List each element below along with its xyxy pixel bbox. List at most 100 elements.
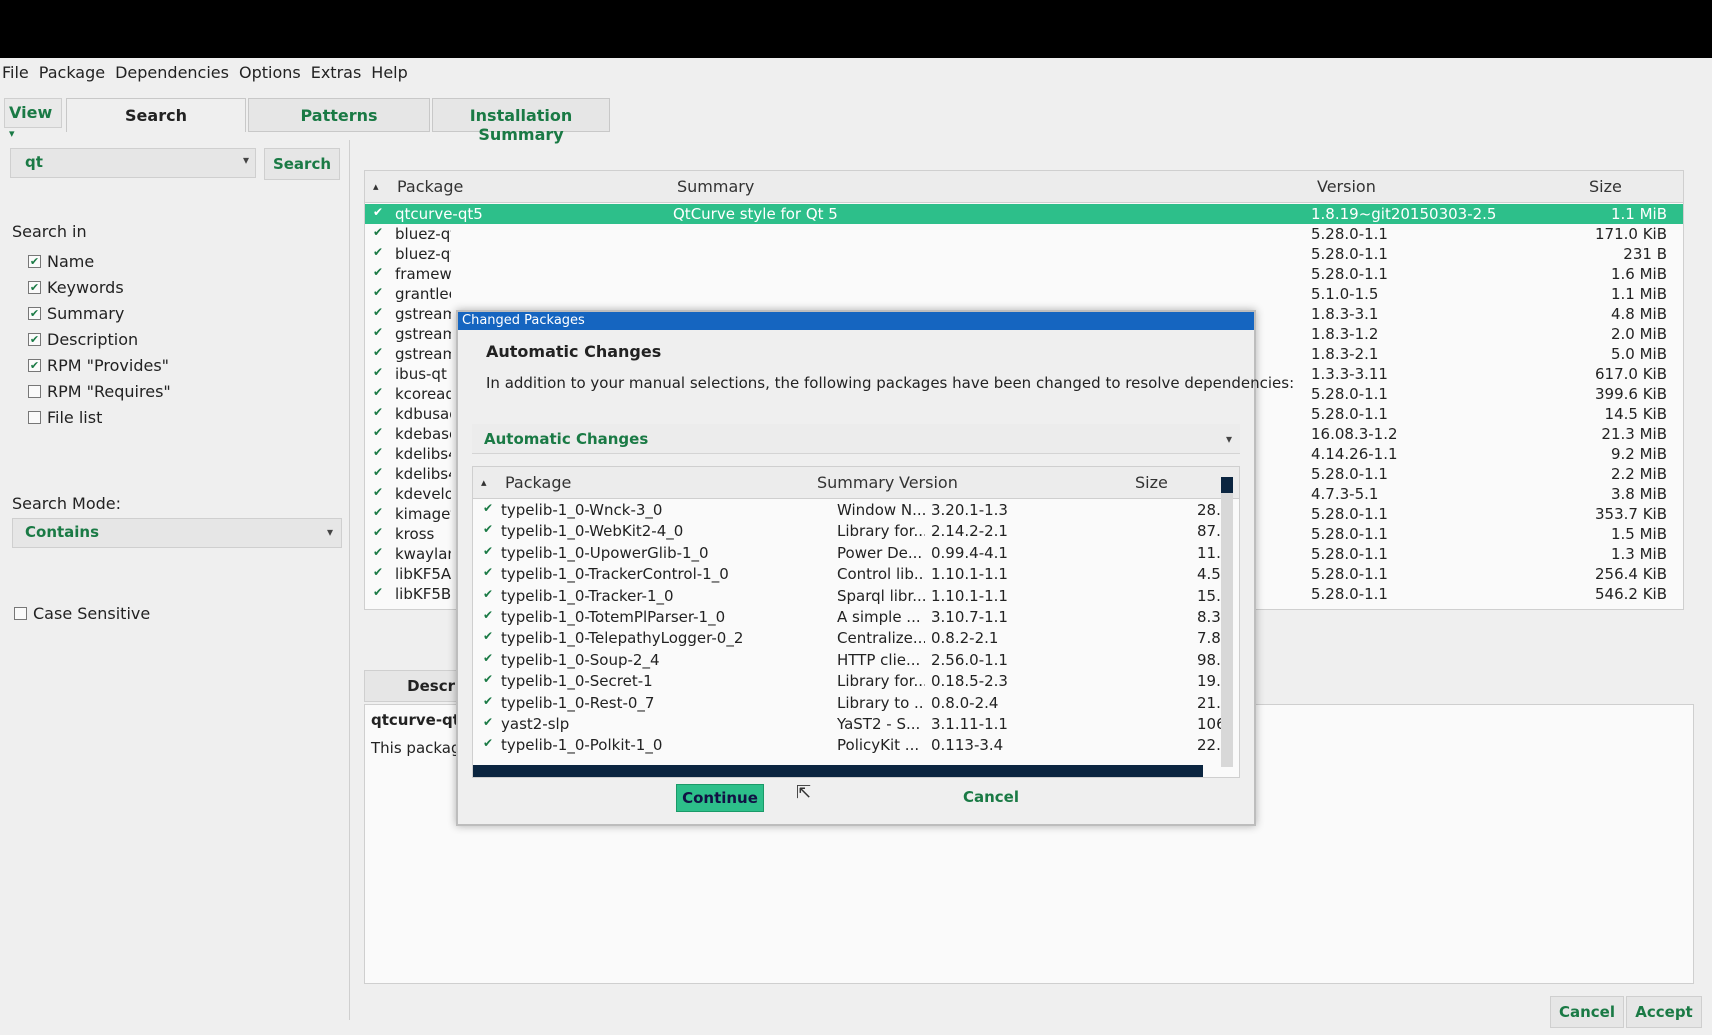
package-name: gstream <box>395 305 451 323</box>
tab-installation-summary[interactable]: Installation Summary <box>432 98 610 144</box>
checkbox-box[interactable] <box>28 410 41 424</box>
install-status-icon[interactable]: ✔ <box>483 522 493 536</box>
install-status-icon[interactable]: ✔ <box>373 585 383 599</box>
search-input[interactable]: qt ▾ <box>10 148 256 178</box>
column-package[interactable]: Package <box>505 473 571 492</box>
install-status-icon[interactable]: ✔ <box>373 425 383 439</box>
install-status-icon[interactable]: ✔ <box>373 205 383 219</box>
install-status-icon[interactable]: ✔ <box>483 565 493 579</box>
column-size[interactable]: Size <box>1135 473 1168 492</box>
install-status-icon[interactable]: ✔ <box>373 265 383 279</box>
install-status-icon[interactable]: ✔ <box>373 325 383 339</box>
table-row[interactable]: ✔ typelib-1_0-Rest-0_7 Library to ... 0.8.0… <box>473 693 1239 714</box>
install-status-icon[interactable]: ✔ <box>483 629 493 643</box>
install-status-icon[interactable]: ✔ <box>373 545 383 559</box>
column-size[interactable]: Size <box>1589 177 1622 196</box>
accept-button[interactable]: Accept <box>1626 996 1702 1028</box>
install-status-icon[interactable]: ✔ <box>373 445 383 459</box>
menu-package[interactable]: Package <box>39 63 105 82</box>
search-mode-select[interactable]: Contains ▾ <box>12 518 342 548</box>
install-status-icon[interactable]: ✔ <box>483 608 493 622</box>
install-status-icon[interactable]: ✔ <box>483 544 493 558</box>
install-status-icon[interactable]: ✔ <box>483 501 493 515</box>
menu-file[interactable]: File <box>2 63 29 82</box>
checkbox-box[interactable]: ✔ <box>28 332 41 346</box>
install-status-icon[interactable]: ✔ <box>373 305 383 319</box>
table-row[interactable]: ✔ typelib-1_0-TelepathyLogger-0_2 Centrali… <box>473 628 1239 649</box>
menu-options[interactable]: Options <box>239 63 301 82</box>
table-row[interactable]: ✔ typelib-1_0-Soup-2_4 HTTP clie... 2.56.0-… <box>473 650 1239 671</box>
install-status-icon[interactable]: ✔ <box>483 587 493 601</box>
table-row[interactable]: ✔ typelib-1_0-Secret-1 Library for... 0.18.… <box>473 671 1239 692</box>
table-row[interactable]: ✔ typelib-1_0-Tracker-1_0 Sparql libr... 1.… <box>473 586 1239 607</box>
checkbox-description[interactable]: ✔ Description <box>28 326 171 352</box>
checkbox-rpm-provides[interactable]: ✔ RPM "Provides" <box>28 352 171 378</box>
install-status-icon[interactable]: ✔ <box>373 385 383 399</box>
install-status-icon[interactable]: ✔ <box>373 345 383 359</box>
checkbox-box[interactable]: ✔ <box>28 280 41 294</box>
checkbox-box[interactable] <box>14 606 27 620</box>
checkbox-box[interactable]: ✔ <box>28 306 41 320</box>
table-row[interactable]: ✔ typelib-1_0-Wnck-3_0 Window N... 3.20.1-1… <box>473 500 1239 521</box>
install-status-icon[interactable]: ✔ <box>373 525 383 539</box>
sort-up-icon[interactable]: ▴ <box>373 180 379 193</box>
table-row[interactable]: ✔ typelib-1_0-TotemPlParser-1_0 A simple .… <box>473 607 1239 628</box>
menu-dependencies[interactable]: Dependencies <box>115 63 229 82</box>
install-status-icon[interactable]: ✔ <box>373 465 383 479</box>
install-status-icon[interactable]: ✔ <box>483 715 493 729</box>
install-status-icon[interactable]: ✔ <box>373 225 383 239</box>
vertical-scrollbar[interactable] <box>1221 477 1233 767</box>
table-row[interactable]: ✔ typelib-1_0-UpowerGlib-1_0 Power De... 0.… <box>473 543 1239 564</box>
checkbox-rpm-requires[interactable]: RPM "Requires" <box>28 378 171 404</box>
menu-help[interactable]: Help <box>371 63 407 82</box>
automatic-changes-section[interactable]: Automatic Changes ▾ <box>472 424 1240 454</box>
search-button[interactable]: Search <box>264 148 340 180</box>
view-menu-button[interactable]: View ▾ <box>4 98 62 140</box>
tab-description[interactable]: Descr <box>364 670 460 702</box>
sort-up-icon[interactable]: ▴ <box>481 476 487 489</box>
install-status-icon[interactable]: ✔ <box>373 485 383 499</box>
table-row[interactable]: ✔ bluez-qt- 5.28.0-1.1 171.0 KiB <box>365 224 1683 244</box>
tab-patterns[interactable]: Patterns <box>248 98 430 132</box>
column-version[interactable]: Version <box>899 473 958 492</box>
table-row[interactable]: ✔ typelib-1_0-TrackerControl-1_0 Control l… <box>473 564 1239 585</box>
column-summary[interactable]: Summary <box>677 177 754 196</box>
scrollbar-thumb[interactable] <box>1221 477 1233 493</box>
install-status-icon[interactable]: ✔ <box>373 365 383 379</box>
tab-search[interactable]: Search <box>66 98 246 132</box>
table-row[interactable]: ✔ typelib-1_0-WebKit2-4_0 Library for... 2.… <box>473 521 1239 542</box>
install-status-icon[interactable]: ✔ <box>483 694 493 708</box>
checkbox-name[interactable]: ✔ Name <box>28 248 171 274</box>
checkbox-box[interactable]: ✔ <box>28 358 41 372</box>
column-summary[interactable]: Summary <box>817 473 894 492</box>
column-package[interactable]: Package <box>397 177 463 196</box>
install-status-icon[interactable]: ✔ <box>373 405 383 419</box>
table-row[interactable]: ✔yast2-slpYaST2 - S...3.1.11-1.1106.6 <box>473 714 1239 735</box>
checkbox-keywords[interactable]: ✔ Keywords <box>28 274 171 300</box>
checkbox-case-sensitive[interactable]: Case Sensitive <box>14 600 150 626</box>
horizontal-scrollbar[interactable] <box>473 765 1203 777</box>
dialog-cancel-button[interactable]: Cancel <box>948 784 1034 812</box>
install-status-icon[interactable]: ✔ <box>373 285 383 299</box>
install-status-icon[interactable]: ✔ <box>483 736 493 750</box>
install-status-icon[interactable]: ✔ <box>373 245 383 259</box>
table-row[interactable]: ✔ qtcurve-qt5 QtCurve style for Qt 5 1.8.19… <box>365 204 1683 224</box>
menu-extras[interactable]: Extras <box>311 63 362 82</box>
checkbox-file-list[interactable]: File list <box>28 404 171 430</box>
column-version[interactable]: Version <box>1317 177 1376 196</box>
continue-button[interactable]: Continue <box>676 784 764 812</box>
cancel-button[interactable]: Cancel <box>1550 996 1624 1028</box>
chevron-down-icon[interactable]: ▾ <box>1226 432 1232 446</box>
install-status-icon[interactable]: ✔ <box>373 505 383 519</box>
checkbox-box[interactable]: ✔ <box>28 254 41 268</box>
checkbox-box[interactable] <box>28 384 41 398</box>
table-row[interactable]: ✔ bluez-qt- 5.28.0-1.1 231 B <box>365 244 1683 264</box>
table-row[interactable]: ✔ framewo 5.28.0-1.1 1.6 MiB <box>365 264 1683 284</box>
chevron-down-icon[interactable]: ▾ <box>243 153 249 167</box>
install-status-icon[interactable]: ✔ <box>373 565 383 579</box>
install-status-icon[interactable]: ✔ <box>483 651 493 665</box>
checkbox-summary[interactable]: ✔ Summary <box>28 300 171 326</box>
table-row[interactable]: ✔ grantlee5 5.1.0-1.5 1.1 MiB <box>365 284 1683 304</box>
install-status-icon[interactable]: ✔ <box>483 672 493 686</box>
table-row[interactable]: ✔ typelib-1_0-Polkit-1_0 PolicyKit ... 0.11… <box>473 735 1239 756</box>
